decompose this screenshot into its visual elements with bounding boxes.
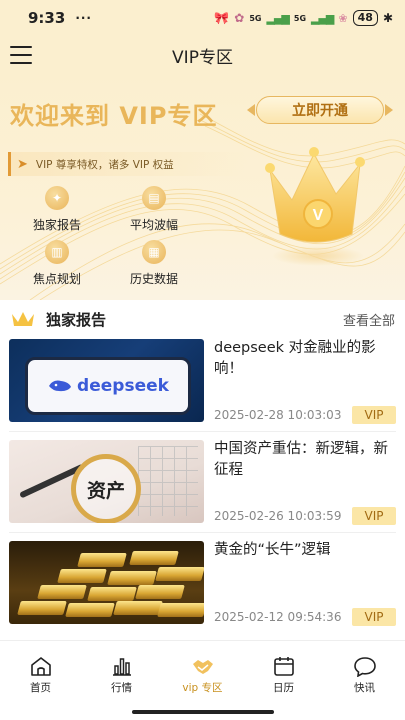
- page-title: VIP专区: [172, 47, 233, 68]
- divider: [9, 431, 396, 432]
- feature-label: 独家报告: [32, 218, 81, 232]
- tab-label: 快讯: [354, 682, 375, 694]
- crown-icon: V: [265, 147, 365, 266]
- feature-label: 历史数据: [129, 272, 178, 286]
- see-all-link[interactable]: 查看全部: [343, 310, 395, 329]
- market-icon: [112, 658, 131, 676]
- vip-perk-strip: ➤ VIP 尊享特权，诸多 VIP 权益: [8, 152, 248, 176]
- bottom-navigation: 首页 行情 vip 专区 日历 快讯: [0, 640, 405, 700]
- deepseek-thumb-text: deepseek: [77, 376, 169, 396]
- menu-icon[interactable]: [10, 46, 32, 64]
- article-time: 2025-02-26 10:03:59: [214, 509, 342, 523]
- signal-bars-icon: ▂▄▆: [311, 11, 334, 25]
- feature-average-amplitude[interactable]: ▤ 平均波幅: [114, 186, 194, 233]
- magnifier-icon: 资产: [71, 454, 141, 523]
- article-item[interactable]: deepseek deepseek 对金融业的影响！ 2025-02-28 10…: [0, 338, 405, 438]
- small-crown-icon: [12, 312, 34, 326]
- article-thumbnail: 资产: [9, 440, 204, 523]
- flower-icon: ❀: [338, 11, 348, 25]
- deepseek-logo: deepseek: [25, 357, 191, 415]
- calendar-icon: [273, 657, 294, 676]
- feature-focus-planning[interactable]: ▥ 焦点规划: [17, 240, 97, 287]
- tab-label: 行情: [111, 682, 132, 694]
- article-item[interactable]: 资产 中国资产重估：新逻辑，新征程 2025-02-26 10:03:59 VI…: [0, 439, 405, 539]
- article-thumbnail: [9, 541, 204, 624]
- tab-label: 首页: [30, 682, 51, 694]
- hero-title: 欢迎来到 VIP专区: [10, 102, 218, 130]
- open-vip-label: 立即开通: [292, 103, 348, 119]
- article-headline: 中国资产重估：新逻辑，新征程: [214, 441, 388, 478]
- tab-market[interactable]: 行情: [81, 641, 162, 700]
- signal-5g-2: 5G: [293, 13, 307, 23]
- article-time: 2025-02-28 10:03:03: [214, 408, 342, 422]
- tab-label: 日历: [273, 682, 294, 694]
- exclusive-report-section-header: 独家报告 查看全部: [0, 300, 405, 338]
- home-icon: [30, 657, 51, 676]
- crown-letter: V: [313, 207, 324, 224]
- article-thumbnail: deepseek: [9, 339, 204, 422]
- paper-plane-icon: ➤: [17, 156, 28, 172]
- arrow-left-decoration: [247, 104, 255, 116]
- perk-text: VIP 尊享特权，诸多 VIP 权益: [35, 158, 174, 171]
- whale-icon: [49, 380, 72, 392]
- tab-label: vip 专区: [182, 682, 223, 694]
- bow-icon: 🎀: [214, 11, 230, 25]
- divider: [9, 532, 396, 533]
- report-icon: ✦: [45, 186, 69, 210]
- article-headline: 黄金的“长牛”逻辑: [214, 542, 331, 558]
- feature-exclusive-report[interactable]: ✦ 独家报告: [17, 186, 97, 233]
- vip-badge: VIP: [352, 608, 396, 626]
- chart-icon: ▤: [142, 186, 166, 210]
- feature-label: 焦点规划: [32, 272, 81, 286]
- section-title: 独家报告: [46, 310, 107, 329]
- bell-icon: ✿: [234, 11, 245, 25]
- status-icons: 🎀 ✿ 5G ▂▄▆ 5G ▂▄▆ ❀ 48 ✱: [214, 10, 393, 26]
- bluetooth-icon: ✱: [382, 11, 393, 25]
- gold-bars-image: [9, 541, 204, 624]
- feature-history-data[interactable]: ▦ 历史数据: [114, 240, 194, 287]
- calculator-decoration: [138, 446, 198, 516]
- notification-dots: ···: [75, 11, 92, 25]
- article-time: 2025-02-12 09:54:36: [214, 610, 342, 624]
- history-icon: ▦: [142, 240, 166, 264]
- article-item[interactable]: 黄金的“长牛”逻辑 2025-02-12 09:54:36 VIP: [0, 540, 405, 640]
- tab-flash-news[interactable]: 快讯: [324, 641, 405, 700]
- arrow-right-decoration: [385, 104, 393, 116]
- feature-label: 平均波幅: [129, 218, 178, 232]
- home-indicator[interactable]: [132, 710, 274, 714]
- vip-badge: VIP: [352, 507, 396, 525]
- vip-hero-banner: 欢迎来到 VIP专区 立即开通 ➤ VIP 尊享特权，诸多 VIP 权益 ✦ 独…: [0, 74, 405, 300]
- tab-home[interactable]: 首页: [0, 641, 81, 700]
- article-headline: deepseek 对金融业的影响！: [214, 340, 376, 377]
- tab-calendar[interactable]: 日历: [243, 641, 324, 700]
- open-vip-button[interactable]: 立即开通: [247, 96, 393, 124]
- status-time: 9:33: [28, 9, 66, 27]
- vip-badge: VIP: [352, 406, 396, 424]
- article-list: deepseek deepseek 对金融业的影响！ 2025-02-28 10…: [0, 338, 405, 640]
- app-header: VIP专区: [0, 36, 405, 74]
- bar-chart-icon: ▥: [45, 240, 69, 264]
- tab-vip[interactable]: vip 专区: [162, 641, 243, 700]
- battery-indicator: 48: [352, 10, 378, 26]
- signal-bars-icon: ▂▄▆: [266, 11, 289, 25]
- chat-icon: [353, 657, 376, 677]
- vip-handshake-icon: [192, 660, 213, 674]
- status-bar: 9:33 ··· 🎀 ✿ 5G ▂▄▆ 5G ▂▄▆ ❀ 48 ✱: [0, 0, 405, 36]
- assets-thumb-text: 资产: [86, 479, 125, 502]
- signal-5g-1: 5G: [249, 13, 262, 23]
